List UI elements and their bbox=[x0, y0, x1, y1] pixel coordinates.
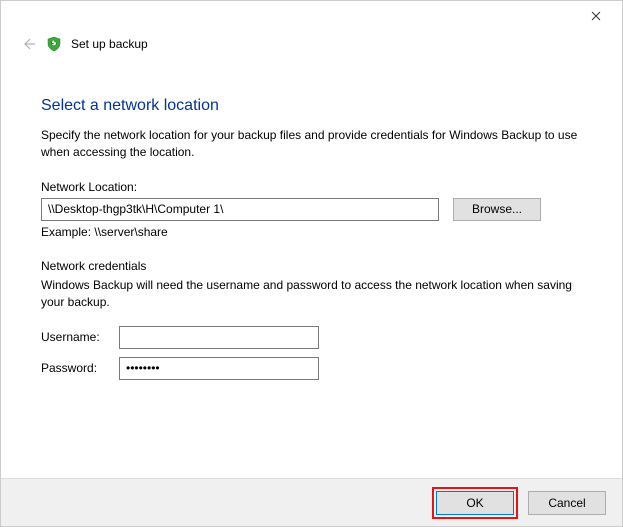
network-location-label: Network Location: bbox=[41, 180, 582, 194]
page-heading: Select a network location bbox=[41, 97, 582, 115]
cancel-button[interactable]: Cancel bbox=[528, 491, 606, 515]
username-label: Username: bbox=[41, 330, 119, 344]
content-area: Select a network location Specify the ne… bbox=[1, 61, 622, 380]
intro-text: Specify the network location for your ba… bbox=[41, 127, 582, 162]
back-arrow-icon[interactable] bbox=[19, 35, 37, 53]
browse-button[interactable]: Browse... bbox=[453, 198, 541, 221]
close-button[interactable] bbox=[580, 5, 612, 27]
ok-button[interactable]: OK bbox=[436, 491, 514, 515]
titlebar bbox=[1, 1, 622, 31]
ok-highlight: OK bbox=[432, 487, 518, 519]
backup-shield-icon bbox=[45, 35, 63, 53]
username-input[interactable] bbox=[119, 326, 319, 349]
network-location-input[interactable] bbox=[41, 198, 439, 221]
window-title: Set up backup bbox=[71, 37, 148, 51]
password-label: Password: bbox=[41, 361, 119, 375]
credentials-heading: Network credentials bbox=[41, 259, 582, 273]
wizard-header: Set up backup bbox=[1, 31, 622, 61]
password-input[interactable] bbox=[119, 357, 319, 380]
credentials-desc: Windows Backup will need the username an… bbox=[41, 277, 582, 312]
example-hint: Example: \\server\share bbox=[41, 225, 582, 239]
dialog-footer: OK Cancel bbox=[1, 478, 622, 526]
